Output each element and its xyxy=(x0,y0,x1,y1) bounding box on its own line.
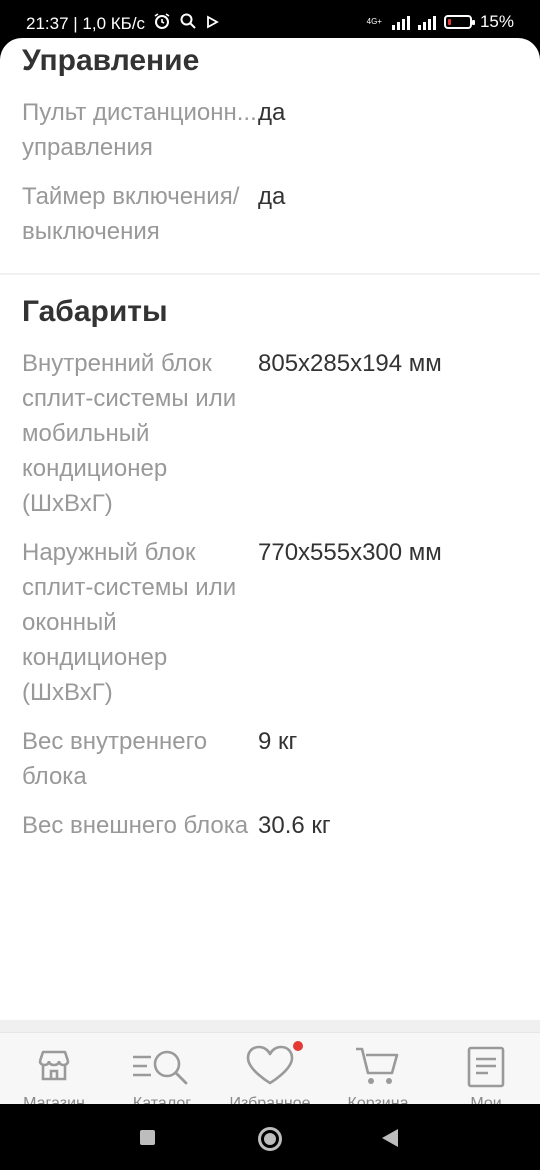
spec-value: 805x285x194 мм xyxy=(258,350,442,377)
spec-row: Вес внутреннего блока 9 кг xyxy=(22,724,518,794)
spec-label: Таймер включения/ выключения xyxy=(22,183,240,245)
home-icon[interactable] xyxy=(258,1127,282,1151)
spec-value: да xyxy=(258,183,286,210)
network-type: 4G+ xyxy=(366,17,382,26)
spec-row: Внутренний блок сплит-системы или мобиль… xyxy=(22,346,518,521)
orders-icon xyxy=(466,1045,506,1094)
catalog-search-icon xyxy=(131,1045,193,1092)
section-title: Габариты xyxy=(22,295,168,328)
section-divider xyxy=(0,1020,540,1032)
section-dimensions: Габариты Внутренний блок сплит-системы и… xyxy=(0,293,540,843)
spec-label: Пульт дистанционн... управления xyxy=(22,99,257,161)
nav-item-orders[interactable]: Мои xyxy=(432,1033,540,1105)
nav-item-catalog[interactable]: Каталог xyxy=(108,1033,216,1105)
spec-row: Наружный блок сплит-системы или оконный … xyxy=(22,535,518,710)
section-title: Управление xyxy=(22,44,200,77)
spec-list: Внутренний блок сплит-системы или мобиль… xyxy=(22,346,518,843)
heart-icon xyxy=(244,1045,296,1092)
signal-icon-2 xyxy=(417,14,436,30)
status-left: 21:37 | 1,0 КБ/с xyxy=(26,12,219,35)
favorites-badge xyxy=(293,1041,303,1051)
battery-icon xyxy=(443,15,475,29)
spec-row: Таймер включения/ выключения да xyxy=(22,179,518,249)
spec-row: Пульт дистанционн... управления да xyxy=(22,95,518,165)
play-icon xyxy=(205,14,219,34)
section-divider xyxy=(0,273,540,275)
nav-item-favorites[interactable]: Избранное xyxy=(216,1033,324,1105)
nav-item-cart[interactable]: Корзина xyxy=(324,1033,432,1105)
specs-sheet: Управление Пульт дистанционн... управлен… xyxy=(0,38,540,1032)
recent-apps-icon[interactable] xyxy=(140,1130,155,1145)
spec-value: да xyxy=(258,99,286,126)
system-nav-bar xyxy=(0,1104,540,1170)
spec-list: Пульт дистанционн... управления да Тайме… xyxy=(22,95,518,249)
spec-value: 30.6 кг xyxy=(258,812,331,839)
spec-value: 9 кг xyxy=(258,728,298,755)
spec-row: Вес внешнего блока 30.6 кг xyxy=(22,808,518,843)
battery-percent: 15% xyxy=(479,12,514,31)
spec-label: Наружный блок сплит-системы или оконный … xyxy=(22,539,237,706)
spec-label: Вес внешнего блока xyxy=(22,812,249,839)
cart-icon xyxy=(354,1045,402,1092)
bottom-nav: Магазин Каталог Избранное Корзина Мои xyxy=(0,1032,540,1105)
nav-item-store[interactable]: Магазин xyxy=(0,1033,108,1105)
section-controls: Управление Пульт дистанционн... управлен… xyxy=(0,38,540,249)
search-icon xyxy=(179,12,197,35)
signal-icon xyxy=(391,14,410,30)
status-right: 4G+ 15% xyxy=(367,12,514,32)
spec-label: Внутренний блок сплит-системы или мобиль… xyxy=(22,350,237,517)
time-and-speed: 21:37 | 1,0 КБ/с xyxy=(26,13,146,33)
spec-value: 770x555x300 мм xyxy=(258,539,442,566)
spec-label: Вес внутреннего блока xyxy=(22,728,208,790)
back-icon[interactable] xyxy=(382,1129,398,1147)
alarm-icon xyxy=(153,12,171,35)
store-icon xyxy=(34,1045,74,1090)
